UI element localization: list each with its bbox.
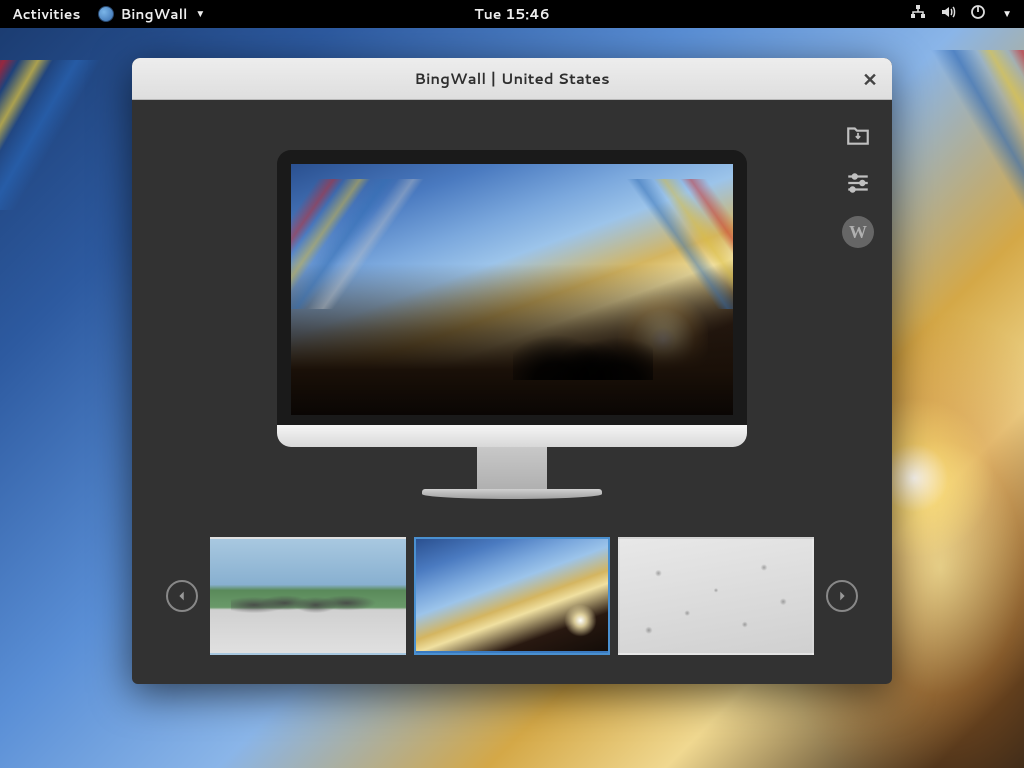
bingwall-window: BingWall | United States ✕ W xyxy=(132,58,892,684)
window-title: BingWall | United States xyxy=(414,68,609,89)
monitor-preview xyxy=(277,150,747,499)
wallpaper-preview-image xyxy=(291,264,733,415)
titlebar[interactable]: BingWall | United States ✕ xyxy=(132,58,892,100)
app-menu[interactable]: BingWall ▼ xyxy=(98,4,205,24)
close-button[interactable]: ✕ xyxy=(860,69,880,89)
wikipedia-icon: W xyxy=(849,222,867,243)
activities-button[interactable]: Activities xyxy=(12,4,80,24)
app-menu-label: BingWall xyxy=(120,4,187,24)
monitor-screen xyxy=(291,164,733,415)
network-icon[interactable] xyxy=(910,4,926,25)
next-button[interactable] xyxy=(826,580,858,612)
settings-sliders-button[interactable] xyxy=(843,168,873,198)
previous-button[interactable] xyxy=(166,580,198,612)
gnome-top-bar: Activities BingWall ▼ Tue 15:46 ▼ xyxy=(0,0,1024,28)
thumbnail-item[interactable] xyxy=(210,537,406,655)
thumbnail-carousel xyxy=(192,537,832,655)
chevron-down-icon: ▼ xyxy=(195,7,205,21)
monitor-base xyxy=(422,489,602,499)
download-folder-button[interactable] xyxy=(843,120,873,150)
system-menu-caret[interactable]: ▼ xyxy=(1002,7,1012,21)
thumbnail-item[interactable] xyxy=(414,537,610,655)
window-body: W xyxy=(132,100,892,684)
monitor-stand xyxy=(477,447,547,489)
power-icon[interactable] xyxy=(970,4,986,25)
clock[interactable]: Tue 15:46 xyxy=(474,4,550,24)
app-icon xyxy=(98,6,114,22)
thumbnail-list xyxy=(210,537,814,655)
thumbnail-item[interactable] xyxy=(618,537,814,655)
volume-icon[interactable] xyxy=(940,4,956,25)
side-toolbar: W xyxy=(842,120,874,248)
monitor-chin xyxy=(277,425,747,447)
monitor-frame xyxy=(277,150,747,445)
wikipedia-button[interactable]: W xyxy=(842,216,874,248)
